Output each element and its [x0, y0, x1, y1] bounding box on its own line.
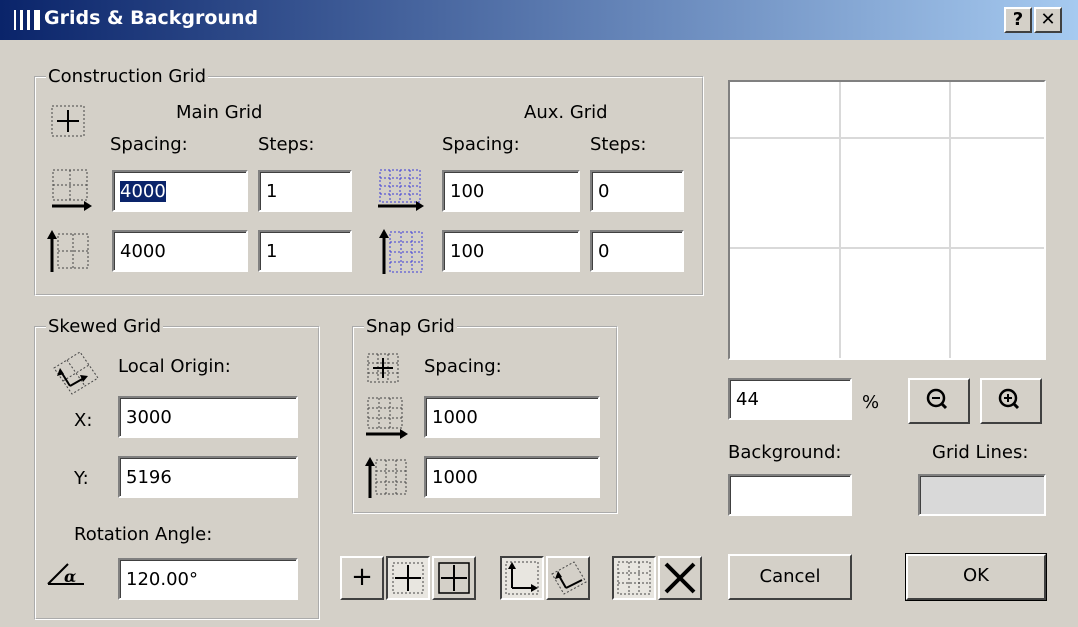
main-vertical-steps-field[interactable]: 1 — [258, 230, 352, 272]
grid-app-icon — [14, 10, 40, 30]
aux-steps-label: Steps: — [590, 134, 647, 155]
orthogonal-grid-icon — [505, 561, 539, 595]
zoom-in-button[interactable] — [980, 378, 1042, 424]
background-label: Background: — [728, 442, 842, 463]
grid-preview — [728, 80, 1046, 360]
aux-vertical-spacing-field[interactable]: 100 — [442, 230, 580, 272]
aux-grid-label: Aux. Grid — [524, 102, 608, 123]
grid-lines-color-swatch[interactable] — [918, 474, 1046, 516]
orthogonal-grid-button[interactable] — [500, 556, 544, 600]
main-vertical-spacing-field[interactable]: 4000 — [112, 230, 248, 272]
background-color-swatch[interactable] — [728, 474, 852, 516]
grid-display-icon — [617, 561, 651, 595]
skewed-grid-legend: Skewed Grid — [46, 316, 164, 337]
svg-text:α: α — [64, 567, 76, 586]
skewed-grid-mode-icon — [551, 561, 587, 595]
snap-grid-legend: Snap Grid — [364, 316, 457, 337]
grid-lines-label: Grid Lines: — [932, 442, 1029, 463]
x-label: X: — [74, 410, 93, 431]
zoom-in-icon — [998, 388, 1020, 410]
aux-vertical-spacing-icon — [379, 229, 423, 274]
aux-spacing-label: Spacing: — [442, 134, 520, 155]
snap-horizontal-spacing-field[interactable]: 1000 — [424, 396, 600, 438]
aux-horizontal-spacing-icon — [378, 169, 424, 211]
window-title: Grids & Background — [44, 7, 259, 29]
main-steps-label: Steps: — [258, 134, 315, 155]
y-label: Y: — [74, 468, 89, 489]
main-spacing-label: Spacing: — [110, 134, 188, 155]
hide-grid-button[interactable] — [658, 556, 702, 600]
snap-horizontal-icon — [366, 397, 408, 439]
cancel-button[interactable]: Cancel — [728, 554, 852, 600]
horizontal-spacing-icon — [52, 169, 92, 211]
grid-off-button[interactable]: + — [340, 556, 384, 600]
percent-label: % — [862, 392, 880, 413]
show-grid-button[interactable] — [612, 556, 656, 600]
aux-vertical-steps-field[interactable]: 0 — [590, 230, 684, 272]
skewed-grid-button[interactable] — [546, 556, 590, 600]
close-button[interactable]: ✕ — [1034, 7, 1062, 33]
snap-vertical-spacing-field[interactable]: 1000 — [424, 456, 600, 498]
construction-grid-button[interactable] — [432, 556, 476, 600]
snap-vertical-icon — [365, 457, 407, 498]
main-horizontal-steps-field[interactable]: 1 — [258, 170, 352, 212]
construction-grid-icon — [51, 105, 85, 137]
angle-icon: α — [47, 563, 84, 586]
snap-spacing-label: Spacing: — [424, 356, 502, 377]
local-origin-label: Local Origin: — [118, 356, 231, 377]
zoom-out-icon — [926, 388, 948, 410]
main-horizontal-spacing-value: 4000 — [120, 181, 166, 202]
snap-grid-mode-icon — [392, 562, 424, 594]
skewed-grid-icon — [53, 351, 99, 395]
preview-grid-lines — [730, 82, 1044, 358]
main-grid-label: Main Grid — [176, 102, 263, 123]
zoom-field[interactable]: 44 — [728, 378, 852, 420]
title-bar[interactable]: Grids & Background ? ✕ — [0, 0, 1078, 40]
snap-grid-button[interactable] — [386, 556, 430, 600]
aux-horizontal-steps-field[interactable]: 0 — [590, 170, 684, 212]
zoom-out-button[interactable] — [908, 378, 970, 424]
ok-button[interactable]: OK — [905, 553, 1047, 601]
vertical-spacing-icon — [47, 230, 89, 272]
construction-grid-mode-icon — [438, 562, 470, 594]
construction-grid-legend: Construction Grid — [46, 66, 209, 87]
main-horizontal-spacing-field[interactable]: 4000 — [112, 170, 248, 212]
origin-y-field[interactable]: 5196 — [118, 456, 298, 498]
rotation-angle-field[interactable]: 120.00° — [118, 558, 298, 600]
origin-x-field[interactable]: 3000 — [118, 396, 298, 438]
aux-horizontal-spacing-field[interactable]: 100 — [442, 170, 580, 212]
help-button[interactable]: ? — [1004, 7, 1032, 33]
rotation-angle-label: Rotation Angle: — [74, 524, 213, 545]
x-icon — [664, 562, 696, 594]
snap-grid-icon — [367, 353, 399, 383]
